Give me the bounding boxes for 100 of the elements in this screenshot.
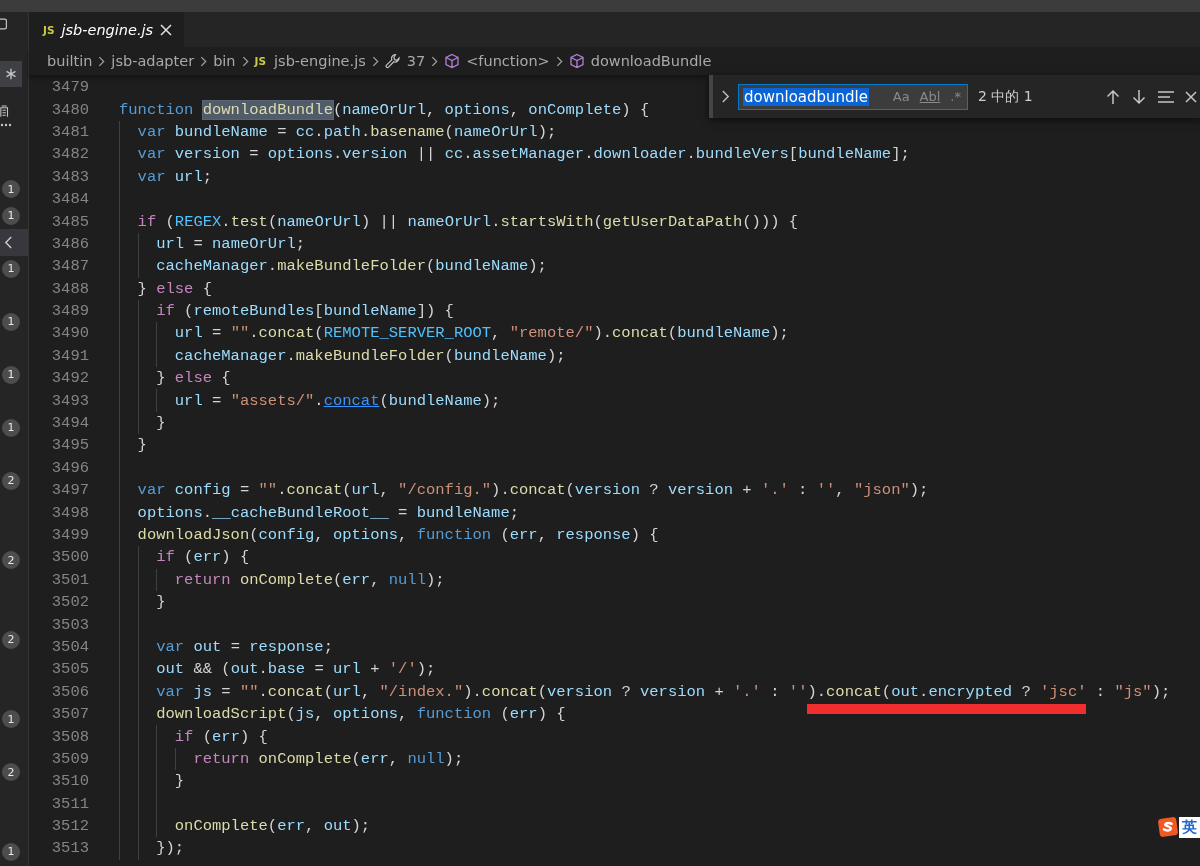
line-number: 3509	[50, 749, 89, 768]
count-badge: 2	[2, 763, 20, 782]
chevron-icon[interactable]	[4, 235, 13, 249]
code-line: var config = "".concat(url, "/config.").concat(version ? version + '.' : '', "json");	[136, 481, 929, 500]
code-line: downloadScript(js, options, function (err) {	[155, 705, 566, 724]
code-line: cacheManager.makeBundleFolder(bundleName);	[155, 257, 547, 276]
code-line: return onComplete(err, null);	[192, 749, 464, 768]
close-icon[interactable]	[160, 23, 173, 36]
breadcrumb-item[interactable]: bin	[213, 53, 236, 69]
code-line: downloadJson(config, options, function (err, response) {	[136, 526, 659, 544]
code-line: }	[155, 414, 166, 433]
line-number: 3512	[50, 817, 89, 836]
line-number: 3482	[50, 145, 89, 164]
count-badge: 1	[2, 710, 20, 729]
chevron-right-icon	[371, 55, 379, 67]
chevron-right-icon	[241, 55, 249, 67]
line-number: 3506	[50, 682, 89, 701]
line-number: 3484	[50, 190, 89, 209]
wrench-icon	[384, 53, 401, 69]
count-badge: 2	[2, 471, 20, 490]
line-number: 3491	[50, 346, 89, 365]
breadcrumb-item[interactable]: <function>	[466, 53, 550, 69]
code-line: cacheManager.makeBundleFolder(bundleName);	[173, 346, 566, 365]
code-line: var bundleName = cc.path.basename(nameOrUrl);	[136, 122, 557, 141]
line-number: 3507	[50, 705, 89, 724]
breadcrumb-item[interactable]: jsb-engine.js	[274, 53, 366, 69]
line-number: 3500	[50, 548, 89, 567]
count-badge: 1	[2, 180, 20, 199]
code-line: });	[155, 839, 185, 858]
line-number: 3487	[50, 257, 89, 276]
code-line: var url;	[136, 167, 213, 186]
line-number: 3499	[50, 526, 89, 544]
selection-lines-icon[interactable]	[1156, 89, 1175, 104]
chevron-right-icon[interactable]	[721, 90, 730, 103]
close-icon[interactable]	[1184, 90, 1197, 103]
line-number: 3511	[50, 794, 89, 813]
code-line: if (err) {	[155, 548, 250, 567]
chevron-right-icon	[555, 55, 563, 67]
line-number: 3486	[50, 234, 89, 253]
input-method-status[interactable]: 英	[1157, 816, 1200, 838]
code-line: if (remoteBundles[bundleName]) {	[155, 302, 454, 321]
breadcrumb-item[interactable]: jsb-adapter	[111, 53, 195, 69]
line-number: 3493	[50, 391, 89, 410]
code-line: if (err) {	[173, 727, 268, 746]
line-number: 3505	[50, 660, 89, 679]
asterisk-icon[interactable]	[0, 61, 22, 87]
line-number: 3483	[50, 167, 89, 186]
arrow-up-icon[interactable]	[1104, 88, 1121, 105]
code-line: url = nameOrUrl;	[155, 234, 306, 253]
line-number: 3495	[50, 436, 89, 455]
line-number: 3496	[50, 458, 89, 477]
line-number: 3503	[50, 615, 89, 634]
line-number: 3481	[50, 122, 89, 141]
code-line: var out = response;	[155, 637, 333, 656]
code-line: }	[173, 772, 185, 791]
line-number: 3510	[50, 772, 89, 791]
chevron-right-icon	[431, 55, 439, 67]
arrow-down-icon[interactable]	[1130, 88, 1147, 105]
count-badge: 2	[2, 630, 20, 649]
code-line: function downloadBundle(nameOrUrl, options, onComplete) {	[119, 100, 650, 119]
code-line: }	[155, 593, 166, 612]
code-line: onComplete(err, out);	[173, 817, 371, 836]
code-line: var version = options.version || cc.assetManager.downloader.bundleVers[bundleName];	[136, 145, 910, 164]
chevron-right-icon	[200, 55, 208, 67]
code-line: } else {	[136, 279, 213, 298]
code-line: url = "assets/".concat(bundleName);	[173, 391, 501, 410]
count-badge: 1	[2, 842, 20, 861]
code-line: out && (out.base = url + '/');	[155, 660, 436, 679]
line-number: 3502	[50, 593, 89, 612]
cube-icon	[568, 53, 585, 69]
editor-tab[interactable]: JS jsb-engine.js	[29, 12, 185, 47]
line-number: 3489	[50, 302, 89, 321]
cube-icon	[444, 53, 461, 69]
line-number: 3504	[50, 637, 89, 656]
s-logo-icon	[1157, 816, 1179, 838]
line-number: 3490	[50, 324, 89, 343]
code-line: return onComplete(err, null);	[173, 570, 445, 589]
code-line: }	[136, 436, 147, 455]
js-file-icon: JS	[43, 23, 55, 36]
line-number: 3488	[50, 279, 89, 298]
line-number: 3485	[50, 212, 89, 231]
count-badge: 1	[2, 312, 20, 331]
line-number: 3497	[50, 481, 89, 500]
js-file-icon: JS	[254, 55, 267, 67]
code-line: options.__cacheBundleRoot__ = bundleName;	[136, 503, 519, 522]
more-icon[interactable]	[0, 123, 12, 127]
count-badge: 2	[2, 551, 20, 570]
count-badge: 1	[2, 206, 20, 225]
breadcrumb-item[interactable]: downloadBundle	[590, 53, 712, 69]
breadcrumb-item[interactable]: builtin	[47, 53, 93, 69]
code-line: } else {	[155, 369, 231, 388]
breadcrumb-item[interactable]: 37	[406, 53, 426, 69]
line-number: 3508	[50, 727, 89, 746]
count-badge: 1	[2, 259, 20, 278]
chevron-right-icon	[98, 55, 106, 67]
line-number: 3498	[50, 503, 89, 522]
line-number: 3479	[50, 78, 89, 97]
sidebar-row[interactable]	[0, 229, 28, 256]
line-number: 3513	[50, 839, 89, 858]
count-badge: 1	[2, 365, 20, 384]
